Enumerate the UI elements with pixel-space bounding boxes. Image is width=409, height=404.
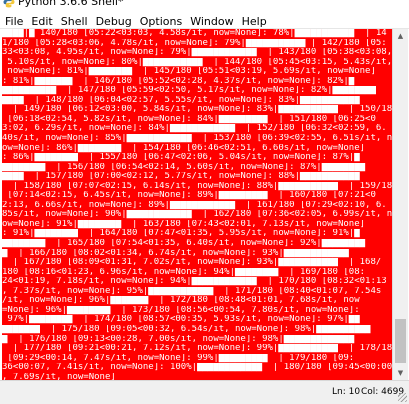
- vertical-scrollbar[interactable]: ▲ ▼: [392, 29, 408, 380]
- stderr-line: █ | 176/180 [09:13<00:28, 7.00s/it, now=…: [2, 334, 392, 345]
- stderr-line: 5.10s/it, now=None]: 80%|███████████ | 1…: [2, 57, 392, 68]
- stderr-line: ████████ | 156/180 [06:54<02:14, 5.60s/i…: [2, 162, 392, 173]
- stderr-line: █ | 166/180 [08:02<01:34, 6.74s/it, now=…: [2, 248, 392, 259]
- stderr-line: 1/180 [05:28<03:06, 4.78s/it, now=None]:…: [2, 38, 392, 49]
- stderr-line: : 81%|███████ | 146/180 [05:52<02:28, 4.…: [2, 76, 392, 87]
- line-indicator: Ln: 10: [332, 387, 361, 397]
- stderr-line: 24<01:19, 7.18s/it, now=None]: 94%|█████…: [2, 277, 392, 287]
- stderr-line: ████ | 148/180 [06:04<02:57, 5.55s/it, n…: [2, 95, 392, 106]
- stderr-line: [07:14<02:15, 6.45s/it, now=None]: 89%|█…: [2, 191, 392, 201]
- python-logo-icon: [3, 0, 15, 8]
- idle-shell-window: Python 3.6.6 Shell* File Edit Shell Debug Op…: [0, 0, 409, 404]
- stderr-line: 180 [08:16<01:23, 6.96s/it, now=None]: 9…: [2, 267, 392, 278]
- stderr-line: 40s/it, now=None]: 85%|████████████ | 15…: [2, 134, 392, 144]
- stderr-line: ████|█ 140/180 [05:22<03:03, 4.58s/it, n…: [2, 29, 392, 39]
- stderr-line: ████████ | 165/180 [07:54<01:35, 6.40s/i…: [2, 239, 392, 249]
- stderr-line: 2:13, 6.66s/it, now=None]: 89%|█████████…: [2, 200, 392, 211]
- resize-grip-icon[interactable]: [398, 393, 407, 402]
- stderr-line: : 86%|████████ | 155/180 [06:47<02:06, 5…: [2, 153, 392, 163]
- stderr-line: 36<00:07, 7.41s/it, now=None]: 100%|████…: [2, 363, 392, 373]
- stderr-line: | 149/180 [06:12<03:00, 5.84s/it, now=No…: [2, 105, 392, 115]
- stderr-line: , 7.37s/it, now=None]: 95%|████████████ …: [2, 286, 392, 297]
- shell-output[interactable]: ████|█ 140/180 [05:22<03:03, 4.58s/it, n…: [2, 29, 392, 380]
- stderr-line: 33<03:08, 4.95s/it, now=None]: 79%|█████…: [2, 48, 392, 58]
- scroll-down-icon[interactable]: ▼: [393, 366, 408, 380]
- status-bar: Ln: 10 Col: 4699: [0, 380, 409, 404]
- stderr-line: ██████████ | 147/180 [05:59<02:50, 5.17s…: [2, 86, 392, 96]
- stderr-line: 3:02, 6.29s/it, now=None]: 84%|█████████…: [2, 124, 392, 135]
- window-title: Python 3.6.6 Shell*: [18, 0, 124, 8]
- stderr-line: ow=None]: 86%|████████ | 154/180 [06:46<…: [2, 143, 392, 154]
- stderr-line: 97%|████████ | 174/180 [08:57<00:35, 5.9…: [2, 315, 392, 325]
- stderr-line: [09:29<00:14, 7.47s/it, now=None]: 99%|█…: [2, 353, 392, 364]
- menu-bar: File Edit Shell Debug Options Window Help: [0, 10, 409, 29]
- stderr-line: ███████ | 175/180 [09:05<00:32, 6.54s/it…: [2, 324, 392, 335]
- stderr-line: : 91%|████████ | 164/180 [07:47<01:35, 5…: [2, 229, 392, 240]
- stderr-line: 85s/it, now=None]: 90%|████████████ | 16…: [2, 210, 392, 220]
- stderr-line: | 177/180 [09:21<00:21, 7.12s/it, now=No…: [2, 344, 392, 354]
- scrollbar-thumb[interactable]: [395, 319, 406, 363]
- stderr-line: =None]: 96%|████████ | 173/180 [08:56<00…: [2, 305, 392, 316]
- title-bar: Python 3.6.6 Shell*: [0, 0, 409, 10]
- stderr-line: , 7.69s/it, now=None]: [2, 372, 392, 380]
- stderr-line: | 158/180 [07:07<02:15, 6.14s/it, now=No…: [2, 181, 392, 192]
- stderr-line: now=None]: 81%|████████ | 145/180 [05:51…: [2, 67, 392, 77]
- scroll-up-icon[interactable]: ▲: [393, 29, 408, 43]
- stderr-line: [06:18<02:54, 5.82s/it, now=None]: 84%|█…: [2, 114, 392, 125]
- stderr-line: ow=None]: 91%|████████ | 163/180 [07:43<…: [2, 219, 392, 230]
- stderr-line: /it, now=None]: 96%|███████ | 172/180 [0…: [2, 296, 392, 306]
- stderr-line: ████ | 157/180 [07:00<02:12, 5.77s/it, n…: [2, 172, 392, 182]
- stderr-line: | 167/180 [08:09<01:31, 7.02s/it, now=No…: [2, 258, 392, 268]
